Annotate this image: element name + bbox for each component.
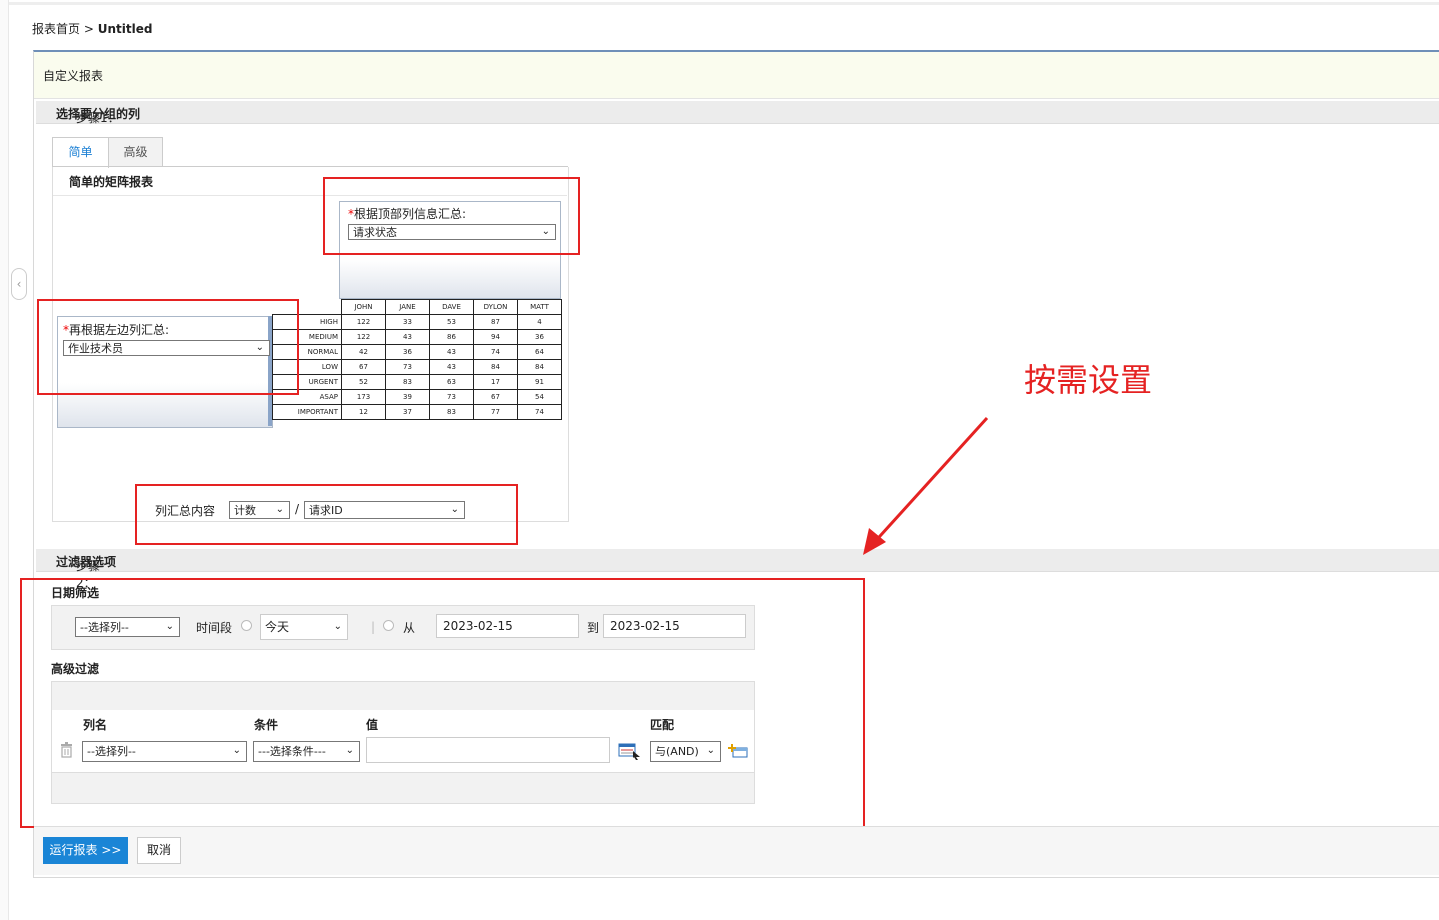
matrix-cell: 53 bbox=[429, 314, 474, 330]
highlight-summary bbox=[135, 484, 518, 545]
matrix-cell: 67 bbox=[341, 359, 386, 375]
matrix-cell: 67 bbox=[473, 389, 518, 405]
left-sidebar-strip bbox=[0, 0, 9, 920]
footer-bar bbox=[34, 827, 1439, 875]
highlight-filters bbox=[20, 578, 865, 828]
breadcrumb-separator: > bbox=[83, 22, 94, 36]
matrix-cell: 91 bbox=[517, 374, 562, 390]
chevron-left-icon: ‹ bbox=[16, 277, 22, 291]
breadcrumb-home[interactable]: 报表首页 bbox=[32, 22, 80, 36]
matrix-row: URGENT 52 83 63 17 91 bbox=[272, 374, 562, 390]
matrix-cell: 74 bbox=[473, 344, 518, 360]
tab-simple[interactable]: 简单 bbox=[52, 137, 109, 168]
matrix-cell: 83 bbox=[429, 404, 474, 420]
highlight-top-group bbox=[323, 177, 580, 255]
collapse-sidebar-button[interactable]: ‹ bbox=[11, 268, 27, 300]
matrix-cell: 43 bbox=[429, 359, 474, 375]
matrix-cell: 87 bbox=[473, 314, 518, 330]
matrix-cell: 94 bbox=[473, 329, 518, 345]
annotation-arrow bbox=[863, 416, 989, 555]
matrix-title: 简单的矩阵报表 bbox=[69, 175, 154, 189]
matrix-cell: 4 bbox=[517, 314, 562, 330]
matrix-cell: 33 bbox=[385, 314, 430, 330]
matrix-cell: 17 bbox=[473, 374, 518, 390]
tab-advanced[interactable]: 高级 bbox=[108, 137, 163, 167]
run-report-button[interactable]: 运行报表 >> bbox=[43, 837, 128, 864]
matrix-row-header: IMPORTANT bbox=[272, 404, 342, 420]
matrix-cell: 43 bbox=[385, 329, 430, 345]
matrix-cell: 12 bbox=[341, 404, 386, 420]
step1-header: 步骤1： 选择要分组的列 bbox=[36, 101, 1439, 125]
matrix-row: ASAP 173 39 73 67 54 bbox=[272, 389, 562, 405]
breadcrumb: 报表首页 > Untitled bbox=[32, 20, 152, 37]
matrix-cell: 74 bbox=[517, 404, 562, 420]
matrix-cell: 73 bbox=[385, 359, 430, 375]
matrix-cell: 86 bbox=[429, 329, 474, 345]
matrix-cell: 39 bbox=[385, 389, 430, 405]
matrix-cell: 173 bbox=[341, 389, 386, 405]
matrix-col-header: DAVE bbox=[429, 299, 474, 315]
matrix-col-header: JOHN bbox=[341, 299, 386, 315]
step1-prefix: 步骤1： bbox=[76, 111, 120, 125]
matrix-cell: 52 bbox=[341, 374, 386, 390]
matrix-preview: JOHN JANE DAVE DYLON MATT HIGH 122 33 53 87 4… bbox=[272, 299, 562, 420]
matrix-col-header: MATT bbox=[517, 299, 562, 315]
matrix-cell: 77 bbox=[473, 404, 518, 420]
panel-title-bar: 自定义报表 bbox=[34, 52, 1439, 99]
page-title: 自定义报表 bbox=[43, 69, 104, 83]
matrix-col-header: JANE bbox=[385, 299, 430, 315]
matrix-cell: 84 bbox=[473, 359, 518, 375]
matrix-cell: 73 bbox=[429, 389, 474, 405]
matrix-cell: 122 bbox=[341, 314, 386, 330]
top-border bbox=[0, 2, 1439, 5]
matrix-cell: 83 bbox=[385, 374, 430, 390]
cancel-button[interactable]: 取消 bbox=[137, 837, 181, 864]
matrix-cell: 54 bbox=[517, 389, 562, 405]
matrix-cell: 36 bbox=[517, 329, 562, 345]
matrix-cell: 43 bbox=[429, 344, 474, 360]
matrix-row: NORMAL 42 36 43 74 64 bbox=[272, 344, 562, 360]
step2-header: 步骤2： 过滤器选项 bbox=[36, 549, 1439, 590]
matrix-cell: 63 bbox=[429, 374, 474, 390]
matrix-row: LOW 67 73 43 84 84 bbox=[272, 359, 562, 375]
matrix-cell: 37 bbox=[385, 404, 430, 420]
annotation-text: 按需设置 bbox=[1024, 361, 1153, 399]
matrix-col-header: DYLON bbox=[473, 299, 518, 315]
matrix-cell: 42 bbox=[341, 344, 386, 360]
highlight-left-group bbox=[37, 299, 299, 395]
matrix-cell: 122 bbox=[341, 329, 386, 345]
matrix-row: MEDIUM 122 43 86 94 36 bbox=[272, 329, 562, 345]
matrix-cell: 36 bbox=[385, 344, 430, 360]
matrix-cell: 84 bbox=[517, 359, 562, 375]
matrix-row: HIGH 122 33 53 87 4 bbox=[272, 314, 562, 330]
matrix-row: IMPORTANT 12 37 83 77 74 bbox=[272, 404, 562, 420]
matrix-header-row: JOHN JANE DAVE DYLON MATT bbox=[272, 299, 562, 315]
matrix-cell: 64 bbox=[517, 344, 562, 360]
breadcrumb-current: Untitled bbox=[97, 22, 153, 36]
